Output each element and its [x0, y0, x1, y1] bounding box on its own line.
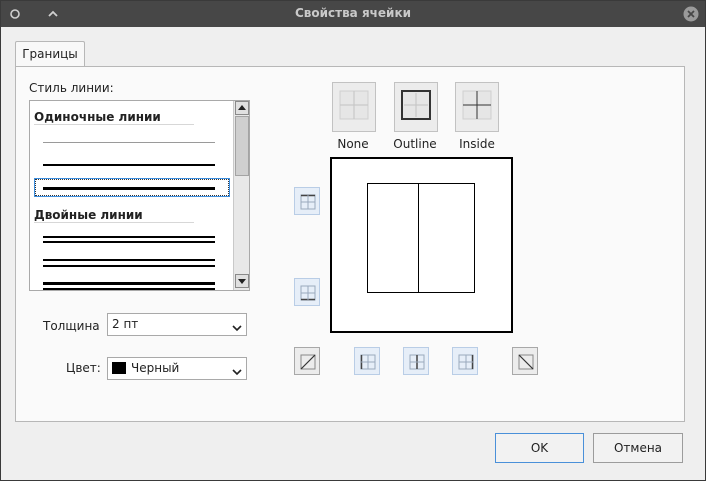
- preset-inside-button[interactable]: [455, 82, 499, 132]
- border-right-icon: [458, 354, 474, 370]
- line-style-double-thin[interactable]: [43, 236, 215, 243]
- scroll-thumb[interactable]: [235, 116, 249, 176]
- list-separator: [34, 124, 194, 125]
- line-style-thick[interactable]: [43, 187, 215, 190]
- border-preview[interactable]: [330, 157, 513, 333]
- cancel-button[interactable]: Отмена: [593, 433, 683, 463]
- thickness-value: 2 пт: [112, 317, 139, 331]
- tab-borders[interactable]: Границы: [15, 41, 85, 67]
- preset-outline-label: Outline: [393, 137, 437, 151]
- border-left-icon: [360, 354, 376, 370]
- border-none-icon: [339, 90, 369, 120]
- thickness-select[interactable]: 2 пт: [107, 313, 247, 336]
- close-icon[interactable]: [683, 6, 699, 22]
- color-value: Черный: [131, 361, 180, 375]
- thickness-label: Толщина: [43, 319, 100, 333]
- cell-properties-dialog: Свойства ячейки Границы Стиль линии: Оди…: [0, 0, 706, 481]
- color-select[interactable]: Черный: [107, 357, 247, 380]
- title-bar: Свойства ячейки: [1, 1, 705, 27]
- border-right-button[interactable]: [452, 347, 478, 375]
- color-swatch: [112, 362, 126, 374]
- line-style-thin[interactable]: [43, 142, 215, 143]
- list-separator: [34, 222, 194, 223]
- list-heading-single: Одиночные линии: [34, 110, 161, 124]
- preset-none-label: None: [337, 137, 369, 151]
- window-title: Свойства ячейки: [294, 6, 412, 20]
- border-outline-icon: [401, 90, 431, 120]
- line-style-double-thick[interactable]: [43, 282, 215, 290]
- diagonal-up-button[interactable]: [294, 347, 320, 375]
- border-top-icon: [300, 194, 316, 210]
- border-inner-vertical-button[interactable]: [403, 347, 429, 375]
- diagonal-down-icon: [518, 354, 534, 370]
- line-style-double-medium[interactable]: [43, 259, 215, 267]
- diagonal-up-icon: [300, 354, 316, 370]
- ok-button[interactable]: OK: [495, 433, 584, 463]
- borders-panel: Стиль линии: Одиночные линии Двойные лин…: [15, 66, 685, 422]
- chevron-down-icon: [232, 363, 242, 376]
- border-bottom-icon: [300, 285, 316, 301]
- color-label: Цвет:: [66, 361, 101, 375]
- preset-inside-label: Inside: [459, 137, 495, 151]
- border-bottom-button[interactable]: [294, 278, 320, 306]
- scroll-down-icon[interactable]: [235, 274, 249, 288]
- preset-none-button[interactable]: [332, 82, 376, 132]
- line-style-scrollbar[interactable]: [233, 101, 249, 290]
- diagonal-down-button[interactable]: [512, 347, 538, 375]
- border-inner-vertical-icon: [409, 354, 425, 370]
- preview-cell-left: [367, 183, 419, 293]
- line-style-label: Стиль линии:: [29, 81, 114, 95]
- chevron-down-icon: [232, 319, 242, 332]
- border-left-button[interactable]: [354, 347, 380, 375]
- preview-cell-right: [418, 183, 475, 293]
- line-style-label-text: Стиль линии:: [29, 81, 114, 95]
- scroll-up-icon[interactable]: [235, 101, 249, 115]
- preset-outline-button[interactable]: [394, 82, 438, 132]
- list-heading-double: Двойные линии: [34, 208, 143, 222]
- line-style-medium[interactable]: [43, 164, 215, 166]
- line-style-list[interactable]: Одиночные линии Двойные линии: [29, 100, 250, 291]
- border-inside-icon: [462, 90, 492, 120]
- border-top-button[interactable]: [294, 187, 320, 215]
